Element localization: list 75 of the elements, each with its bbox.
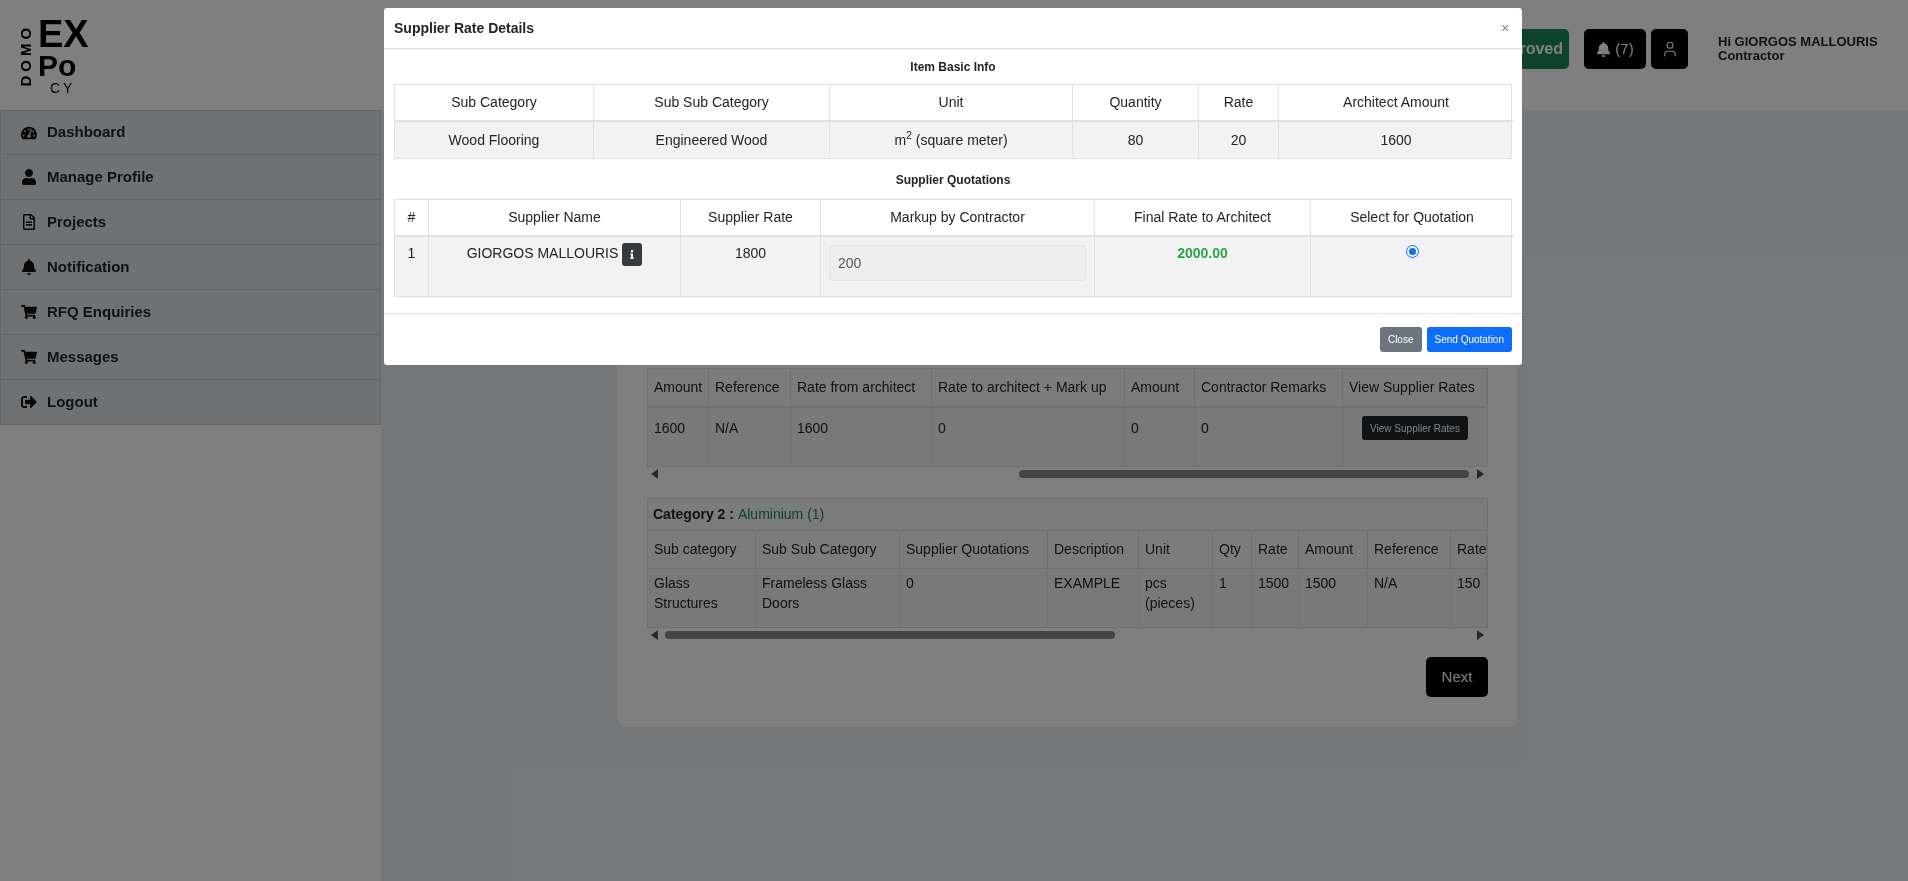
category-value: Aluminium (1) — [737, 505, 825, 524]
column-header: Rate from architect — [791, 369, 932, 407]
view-supplier-rates-button[interactable]: View Supplier Rates — [1362, 416, 1468, 440]
table-cell: 1600 — [791, 408, 932, 466]
modal-title: Supplier Rate Details — [394, 18, 535, 38]
column-header: Amount — [648, 369, 709, 407]
sidebar-item[interactable]: Messages — [0, 335, 381, 380]
table-cell: 1 — [1213, 569, 1252, 627]
scrollbar-thumb[interactable] — [665, 631, 1115, 639]
send-quotation-button[interactable]: Send Quotation — [1426, 327, 1512, 352]
user-button[interactable] — [1651, 29, 1688, 69]
supplier-name: GIORGOS MALLOURIS — [466, 244, 619, 263]
sidebar-item[interactable]: Dashboard — [0, 110, 381, 155]
sidebar-item[interactable]: Manage Profile — [0, 155, 381, 200]
table-cell: m$^{2}$ (square meter) — [830, 122, 1073, 158]
greeting-text: Hi GIORGOS MALLOURIS — [1718, 35, 1879, 49]
table-cell: Engineered Wood — [594, 122, 830, 158]
bell-icon — [21, 259, 37, 275]
scroll-right-icon[interactable] — [1476, 630, 1484, 640]
logo-small-text: CY — [50, 80, 77, 96]
table-cell-text: 1600 — [1379, 130, 1413, 150]
scrollbar-thumb[interactable] — [1019, 470, 1469, 478]
cart-icon — [21, 349, 37, 365]
column-header: View Supplier Rates — [1343, 369, 1487, 407]
notifications-button[interactable]: (7) — [1584, 29, 1646, 69]
scroll-right-icon[interactable] — [1476, 469, 1484, 479]
column-header: Rate to architect + Mark up — [932, 369, 1125, 407]
column-header: Amount — [1125, 369, 1195, 407]
section-heading: Item Basic Info — [910, 59, 996, 76]
scroll-left-icon[interactable] — [651, 469, 659, 479]
table-cell: pcs (pieces) — [1139, 569, 1213, 627]
table-cell: 1500 — [1299, 569, 1368, 627]
role-text: Contractor — [1718, 49, 1786, 63]
bell-icon — [1596, 41, 1612, 57]
table-cell: 1500 — [1252, 569, 1299, 627]
logo-bottom-text: Po — [38, 52, 78, 80]
table-cell: Glass Structures — [648, 569, 756, 627]
info-icon — [629, 250, 636, 259]
table-cell: 0 — [932, 408, 1125, 466]
column-header: Contractor Remarks — [1195, 369, 1343, 407]
table-cell: EXAMPLE — [1048, 569, 1139, 627]
dashboard-icon — [21, 124, 37, 141]
user-icon — [21, 169, 37, 185]
table-cell: 0 — [900, 569, 1048, 627]
sidebar-item[interactable]: RFQ Enquiries — [0, 290, 381, 335]
logo-vertical-text: DOMO — [15, 23, 35, 87]
table-cell: 150 — [1451, 569, 1487, 627]
table-cell: Frameless Glass Doors — [756, 569, 900, 627]
table-cell: 0 — [1125, 408, 1195, 466]
table-cell: N/A — [709, 408, 791, 466]
document-icon — [21, 214, 37, 230]
logo-top-text: EX — [38, 16, 89, 52]
sidebar-item[interactable]: Notification — [0, 245, 381, 290]
scroll-left-icon[interactable] — [651, 630, 659, 640]
table-cell: 20 — [1199, 122, 1279, 158]
section-heading: Supplier Quotations — [895, 172, 1011, 189]
category-label: Category 2 : — [653, 505, 734, 524]
logout-icon — [21, 394, 37, 410]
close-button[interactable]: × — [1498, 17, 1512, 39]
info-button[interactable] — [622, 243, 643, 266]
table-cell: 1600 — [648, 408, 709, 466]
next-button[interactable]: Next — [1426, 657, 1488, 697]
table-cell: 0 — [1195, 408, 1343, 466]
table-cell: 1800 — [681, 237, 821, 296]
table-cell: 1 — [395, 237, 429, 296]
table-cell: Wood Flooring — [395, 122, 594, 158]
column-header: Reference — [709, 369, 791, 407]
markup-field[interactable]: 200 — [829, 245, 1086, 281]
sidebar-item[interactable]: Projects — [0, 200, 381, 245]
table-cell: 80 — [1073, 122, 1199, 158]
cart-icon — [21, 304, 37, 320]
sidebar-item[interactable]: Logout — [0, 380, 381, 425]
close-modal-button[interactable]: Close — [1379, 327, 1422, 352]
final-rate: 2000.00 — [1095, 237, 1311, 296]
table-cell: N/A — [1368, 569, 1451, 627]
